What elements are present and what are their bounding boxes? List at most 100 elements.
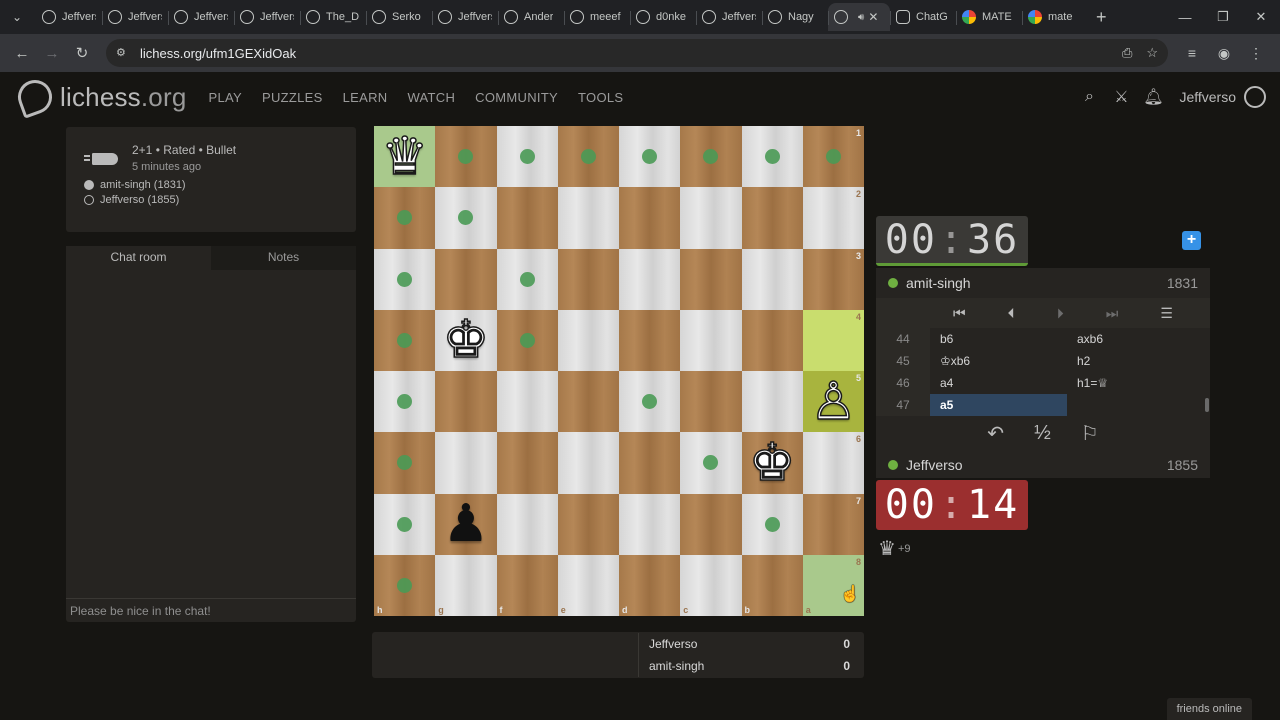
reload-icon[interactable]: ↻ bbox=[68, 39, 96, 67]
square-c8[interactable]: c bbox=[680, 554, 742, 616]
friends-online-button[interactable]: friends online bbox=[1166, 698, 1252, 720]
legal-move-dot[interactable] bbox=[519, 271, 535, 287]
white-player-name[interactable]: amit-singh (1831) bbox=[100, 179, 186, 191]
minimize-icon[interactable]: — bbox=[1166, 0, 1204, 34]
square-e3[interactable] bbox=[557, 248, 619, 310]
black-player-info[interactable]: Jeffverso (1855) bbox=[84, 194, 342, 206]
square-e2[interactable] bbox=[557, 187, 619, 249]
square-f4[interactable] bbox=[496, 309, 558, 371]
chat-input[interactable]: Please be nice in the chat! bbox=[66, 598, 356, 622]
legal-move-dot[interactable] bbox=[703, 455, 719, 471]
bookmark-star-icon[interactable]: ☆ bbox=[1146, 45, 1158, 61]
square-g3[interactable] bbox=[435, 248, 497, 310]
white-move[interactable]: a4 bbox=[930, 372, 1067, 394]
legal-move-dot[interactable] bbox=[397, 516, 413, 532]
square-g8[interactable]: g bbox=[435, 554, 497, 616]
legal-move-dot[interactable] bbox=[458, 210, 474, 226]
browser-tab[interactable]: MATE bbox=[956, 3, 1022, 31]
browser-tab[interactable]: The_D bbox=[300, 3, 366, 31]
square-e5[interactable] bbox=[557, 371, 619, 433]
square-b3[interactable] bbox=[741, 248, 803, 310]
user-menu[interactable]: Jeffverso bbox=[1179, 89, 1236, 105]
chess-board[interactable]: ♛ 1 2 3 ♚ 4 5 ♙ ♚ 6 ♟ 7 h g f e d c b 8 a bbox=[374, 126, 864, 616]
square-b8[interactable]: b bbox=[741, 554, 803, 616]
square-g7[interactable]: ♟ bbox=[435, 493, 497, 555]
offer-draw-button[interactable]: ½ bbox=[1034, 422, 1051, 445]
legal-move-dot[interactable] bbox=[764, 149, 780, 165]
bottom-player-name[interactable]: Jeffverso bbox=[906, 457, 963, 473]
search-icon[interactable]: ⌕ bbox=[1073, 88, 1105, 106]
square-b2[interactable] bbox=[741, 187, 803, 249]
top-player-name[interactable]: amit-singh bbox=[906, 275, 971, 291]
legal-move-dot[interactable] bbox=[397, 210, 413, 226]
square-b6[interactable]: ♚ bbox=[741, 432, 803, 494]
nav-learn[interactable]: LEARN bbox=[343, 90, 388, 105]
tab-audio-icon[interactable]: 🔊︎ bbox=[858, 12, 864, 23]
browser-tab[interactable]: Jeffverso bbox=[696, 3, 762, 31]
browser-tab[interactable]: ChatG bbox=[890, 3, 956, 31]
square-a5[interactable]: 5 ♙ bbox=[802, 371, 864, 433]
tab-search-icon[interactable]: ⌄ bbox=[6, 6, 28, 28]
legal-move-dot[interactable] bbox=[397, 455, 413, 471]
square-g2[interactable] bbox=[435, 187, 497, 249]
browser-tab[interactable]: Nagy bbox=[762, 3, 828, 31]
square-h4[interactable] bbox=[374, 309, 436, 371]
legal-move-dot[interactable] bbox=[703, 149, 719, 165]
nav-play[interactable]: PLAY bbox=[208, 90, 241, 105]
white-move[interactable]: b6 bbox=[930, 328, 1067, 350]
address-bar[interactable]: ⚙ lichess.org/ufm1GEXidOak ⎙ ☆ bbox=[106, 39, 1168, 67]
restore-icon[interactable]: ❐ bbox=[1204, 0, 1242, 34]
install-app-icon[interactable]: ⎙ bbox=[1122, 45, 1132, 61]
square-f2[interactable] bbox=[496, 187, 558, 249]
square-f5[interactable] bbox=[496, 371, 558, 433]
legal-move-dot[interactable] bbox=[397, 577, 413, 593]
back-icon[interactable]: ← bbox=[8, 39, 36, 67]
legal-move-dot[interactable] bbox=[458, 149, 474, 165]
close-tab-icon[interactable]: ✕ bbox=[868, 10, 878, 24]
square-c6[interactable] bbox=[680, 432, 742, 494]
browser-tab[interactable]: 🔊︎ ✕ bbox=[828, 3, 890, 31]
nav-tools[interactable]: TOOLS bbox=[578, 90, 623, 105]
browser-tab[interactable]: Jeffverso bbox=[36, 3, 102, 31]
tab-chat-room[interactable]: Chat room bbox=[66, 246, 211, 270]
notifications-bell-icon[interactable]: 🔔︎ bbox=[1137, 87, 1169, 107]
tab-notes[interactable]: Notes bbox=[211, 246, 356, 270]
square-c4[interactable] bbox=[680, 309, 742, 371]
square-c7[interactable] bbox=[680, 493, 742, 555]
square-h5[interactable] bbox=[374, 371, 436, 433]
browser-tab[interactable]: Jeffverso bbox=[432, 3, 498, 31]
legal-move-dot[interactable] bbox=[642, 149, 658, 165]
next-move-icon[interactable]: ⏵ bbox=[1057, 305, 1064, 322]
square-c1[interactable] bbox=[680, 126, 742, 188]
white-move[interactable]: ♔xb6 bbox=[930, 350, 1067, 372]
browser-tab[interactable]: Serko bbox=[366, 3, 432, 31]
move-list-scrollbar[interactable] bbox=[1205, 398, 1209, 412]
square-e7[interactable] bbox=[557, 493, 619, 555]
square-b4[interactable] bbox=[741, 309, 803, 371]
square-a7[interactable]: 7 bbox=[802, 493, 864, 555]
close-window-icon[interactable]: ✕ bbox=[1242, 0, 1280, 34]
black-move[interactable]: h1=♕ bbox=[1067, 372, 1204, 394]
square-h1[interactable]: ♛ bbox=[374, 126, 436, 188]
legal-move-dot[interactable] bbox=[519, 149, 535, 165]
user-avatar-icon[interactable] bbox=[1244, 86, 1266, 108]
nav-puzzles[interactable]: PUZZLES bbox=[262, 90, 323, 105]
square-d8[interactable]: d bbox=[619, 554, 681, 616]
browser-menu-icon[interactable]: ⋮ bbox=[1240, 45, 1272, 62]
legal-move-dot[interactable] bbox=[519, 332, 535, 348]
browser-tab[interactable]: d0nke bbox=[630, 3, 696, 31]
square-g5[interactable] bbox=[435, 371, 497, 433]
white-player-info[interactable]: amit-singh (1831) bbox=[84, 179, 342, 191]
nav-watch[interactable]: WATCH bbox=[407, 90, 455, 105]
site-logo[interactable]: lichess.org bbox=[13, 75, 186, 119]
square-h3[interactable] bbox=[374, 248, 436, 310]
media-control-icon[interactable]: ≡ bbox=[1176, 45, 1208, 62]
site-info-icon[interactable]: ⚙ bbox=[116, 46, 130, 60]
chess-piece-icon[interactable]: ♙ bbox=[809, 375, 857, 429]
square-g1[interactable] bbox=[435, 126, 497, 188]
square-h6[interactable] bbox=[374, 432, 436, 494]
square-f3[interactable] bbox=[496, 248, 558, 310]
chess-piece-icon[interactable]: ♛ bbox=[381, 130, 429, 184]
legal-move-dot[interactable] bbox=[397, 271, 413, 287]
square-h2[interactable] bbox=[374, 187, 436, 249]
